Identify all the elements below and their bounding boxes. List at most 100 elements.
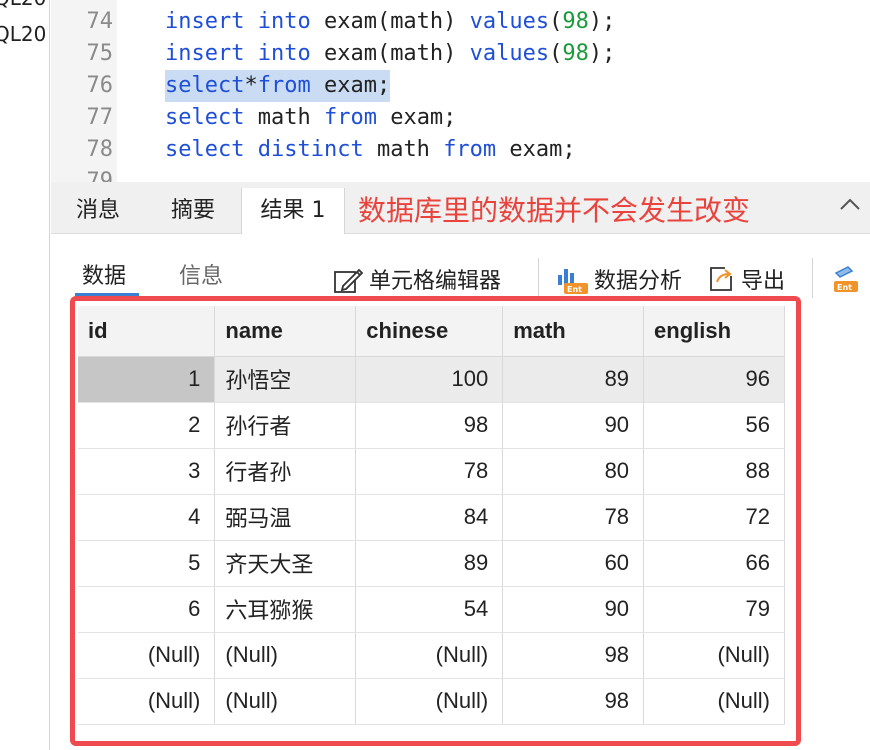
annotation-note: 数据库里的数据并不会发生改变 <box>358 194 751 227</box>
sql-keyword: select <box>165 137 245 162</box>
sql-text: exam; <box>310 73 391 98</box>
sql-text: math <box>244 105 324 130</box>
sql-keyword: select <box>165 73 245 98</box>
line-number: 75 <box>86 41 114 66</box>
cell-chinese[interactable]: 84 <box>355 494 504 541</box>
sidebar-fragment[interactable]: QL20 <box>0 22 46 46</box>
sql-editor[interactable]: 74 insert into exam(math) values(98); 75 in… <box>51 0 870 182</box>
result-grid[interactable]: id name chinese math english 1 孙悟空 100 89 96… <box>78 306 785 725</box>
column-header-english[interactable]: english <box>643 306 785 357</box>
table-row[interactable]: 5 齐天大圣 89 60 66 <box>78 540 785 587</box>
header-row: id name chinese math english <box>78 306 785 357</box>
table-row[interactable]: 1 孙悟空 100 89 96 <box>78 356 785 403</box>
column-header-name[interactable]: name <box>214 306 357 357</box>
table-row[interactable]: (Null) (Null) (Null) 98 (Null) <box>78 678 785 725</box>
cell-english[interactable]: 56 <box>643 402 785 449</box>
subtab-data[interactable]: 数据 <box>82 258 126 290</box>
cell-id[interactable]: (Null) <box>78 632 216 679</box>
cell-name[interactable]: 行者孙 <box>214 448 357 495</box>
column-header-chinese[interactable]: chinese <box>355 306 504 357</box>
cell-chinese[interactable]: (Null) <box>355 632 504 679</box>
cell-chinese[interactable]: 78 <box>355 448 504 495</box>
cell-id[interactable]: 4 <box>78 494 216 541</box>
collapse-panel-icon[interactable] <box>830 182 870 234</box>
table-row[interactable]: 4 弼马温 84 78 72 <box>78 494 785 541</box>
sql-text: ( <box>549 9 563 34</box>
cell-chinese[interactable]: 54 <box>355 586 504 633</box>
cell-name[interactable]: (Null) <box>214 678 357 725</box>
sql-text: math <box>363 137 444 162</box>
sql-text: exam; <box>376 105 457 130</box>
sql-number: 98 <box>562 9 589 34</box>
cell-math[interactable]: 78 <box>502 494 645 541</box>
cell-english[interactable]: 88 <box>643 448 785 495</box>
code-text: select distinct math from exam; <box>165 134 576 166</box>
cell-english[interactable]: (Null) <box>643 632 785 679</box>
table-row[interactable]: 2 孙行者 98 90 56 <box>78 402 785 449</box>
subtab-info[interactable]: 信息 <box>179 258 223 290</box>
table-row[interactable]: (Null) (Null) (Null) 98 (Null) <box>78 632 785 679</box>
cell-math[interactable]: 60 <box>502 540 645 587</box>
cell-name[interactable]: 孙行者 <box>214 402 357 449</box>
cell-chinese[interactable]: 100 <box>355 356 504 403</box>
cell-name[interactable]: (Null) <box>214 632 357 679</box>
cell-english[interactable]: 66 <box>643 540 785 587</box>
left-sidebar: QL20 QL20 <box>0 0 50 750</box>
cell-id[interactable]: 3 <box>78 448 216 495</box>
column-header-math[interactable]: math <box>502 306 645 357</box>
cell-english[interactable]: 96 <box>643 356 785 403</box>
tab-summary[interactable]: 摘要 <box>145 188 241 234</box>
cell-id[interactable]: 1 <box>78 356 216 403</box>
line-number: 76 <box>86 73 114 98</box>
cell-math[interactable]: 90 <box>502 586 645 633</box>
cell-chinese[interactable]: (Null) <box>355 678 504 725</box>
cell-id[interactable]: 2 <box>78 402 216 449</box>
sql-keyword: values <box>469 9 550 34</box>
sql-keyword: into <box>257 9 311 34</box>
sql-keyword: from <box>257 73 311 98</box>
cell-id[interactable]: 5 <box>78 540 216 587</box>
toolbar-divider <box>812 258 813 298</box>
cell-math[interactable]: 98 <box>502 632 645 679</box>
cell-english[interactable]: 79 <box>643 586 785 633</box>
code-line[interactable]: 78 select distinct math from exam; <box>51 134 870 166</box>
code-line[interactable]: 74 insert into exam(math) values(98); <box>51 6 870 38</box>
cell-editor-icon <box>334 268 364 293</box>
code-line[interactable]: 75 insert into exam(math) values(98); <box>51 38 870 70</box>
table-row[interactable]: 3 行者孙 78 80 88 <box>78 448 785 495</box>
cell-name[interactable]: 弼马温 <box>214 494 357 541</box>
tab-messages[interactable]: 消息 <box>51 188 145 234</box>
cell-math[interactable]: 80 <box>502 448 645 495</box>
sql-keyword: insert <box>165 41 245 66</box>
code-text: select*from exam; <box>165 70 391 102</box>
cell-english[interactable]: (Null) <box>643 678 785 725</box>
cell-english[interactable]: 72 <box>643 494 785 541</box>
tab-result-1[interactable]: 结果 1 <box>241 188 345 234</box>
column-header-id[interactable]: id <box>78 306 216 357</box>
svg-text:Ent: Ent <box>837 283 852 292</box>
table-row[interactable]: 6 六耳猕猴 54 90 79 <box>78 586 785 633</box>
cell-name[interactable]: 孙悟空 <box>214 356 357 403</box>
export-label: 导出 <box>741 269 786 294</box>
cell-chinese[interactable]: 98 <box>355 402 504 449</box>
cell-math[interactable]: 90 <box>502 402 645 449</box>
enterprise-tool-icon: Ent <box>834 266 858 292</box>
cell-id[interactable]: 6 <box>78 586 216 633</box>
export-button[interactable]: 导出 <box>705 262 785 296</box>
cell-name[interactable]: 六耳猕猴 <box>214 586 357 633</box>
cell-math[interactable]: 98 <box>502 678 645 725</box>
code-line[interactable]: 76 select*from exam; <box>51 70 870 102</box>
code-line[interactable]: 79 <box>51 166 870 182</box>
enterprise-tool-button[interactable]: Ent <box>830 262 870 296</box>
cell-id[interactable]: (Null) <box>78 678 216 725</box>
cell-math[interactable]: 89 <box>502 356 645 403</box>
sql-text: ( <box>549 41 563 66</box>
data-analysis-button[interactable]: Ent 数据分析 <box>554 262 682 296</box>
cell-editor-button[interactable]: 单元格编辑器 <box>333 262 501 296</box>
cell-chinese[interactable]: 89 <box>355 540 504 587</box>
sql-keyword: distinct <box>257 137 364 162</box>
code-line[interactable]: 77 select math from exam; <box>51 102 870 134</box>
cell-name[interactable]: 齐天大圣 <box>214 540 357 587</box>
sidebar-fragment[interactable]: QL20 <box>0 0 46 10</box>
